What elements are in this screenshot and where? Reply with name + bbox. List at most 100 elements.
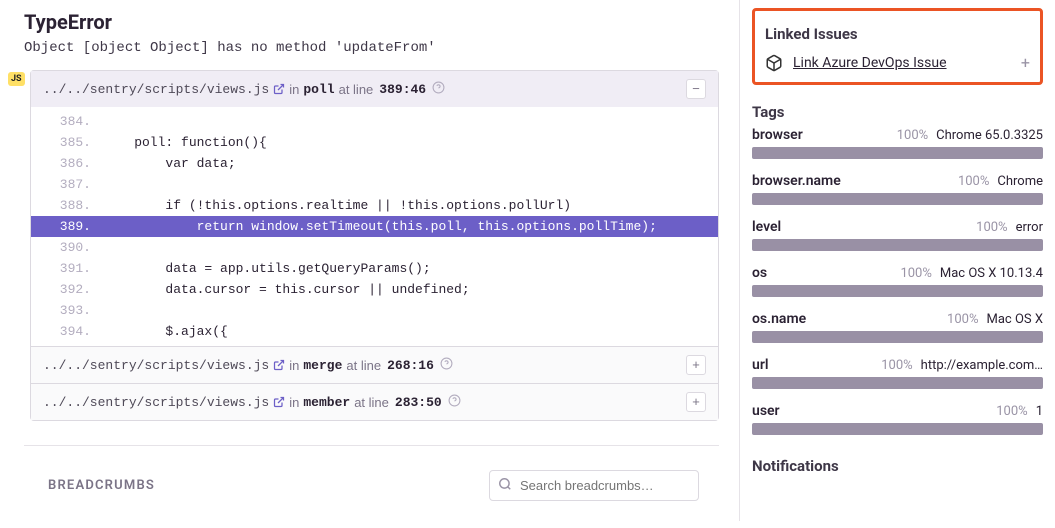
code-content: return window.setTimeout(this.poll, this… [103,219,657,234]
tag-percent: 100% [947,312,978,327]
tag-bar [752,147,1043,159]
tag-value: Mac OS X [987,312,1044,327]
code-line: 388. if (!this.options.realtime || !this… [31,195,718,216]
line-number: 391. [31,261,103,276]
search-breadcrumbs-input[interactable] [489,470,699,501]
line-number: 390. [31,240,103,255]
code-content: var data; [103,156,236,171]
tag-value: Mac OS X 10.13.4 [940,266,1043,281]
line-number: 389. [31,219,103,234]
line-number: 388. [31,198,103,213]
external-link-icon[interactable] [273,83,285,95]
line-number: 384. [31,114,103,129]
tag-bar [752,285,1043,297]
help-icon[interactable] [440,357,453,374]
cube-icon [765,54,783,72]
linked-issues-box: Linked Issues Link Azure DevOps Issue + [752,8,1043,85]
in-label: in [289,358,299,373]
tag-name: user [752,403,780,419]
expand-button[interactable]: + [686,392,706,412]
code-content: if (!this.options.realtime || !this.opti… [103,198,571,213]
tag-percent: 100% [881,358,912,373]
line-number: 385. [31,135,103,150]
collapse-button[interactable]: − [686,79,706,99]
frame-path: ../../sentry/scripts/views.js [43,358,269,373]
code-context: 384.385. poll: function(){386. var data;… [31,107,718,346]
tag-name: os.name [752,311,806,327]
tag-row[interactable]: browser 100% Chrome 65.0.3325 [752,127,1043,159]
frame-function: poll [303,82,334,97]
tag-row[interactable]: user 100% 1 [752,403,1043,435]
tag-row[interactable]: browser.name100%Chrome [752,173,1043,205]
tag-percent: 100% [958,174,989,189]
tag-value: Chrome 65.0.3325 [936,128,1043,143]
tag-percent: 100% [900,266,931,281]
help-icon[interactable] [448,394,461,411]
stack-trace: ../../sentry/scripts/views.js in poll at… [30,70,719,421]
tag-percent: 100% [897,128,928,143]
in-label: in [289,395,299,410]
tag-bar [752,193,1043,205]
code-line: 394. $.ajax({ [31,321,718,342]
external-link-icon[interactable] [273,396,285,408]
tag-name: url [752,357,769,373]
frame-line: 389:46 [379,82,426,97]
tag-bar [752,377,1043,389]
search-icon [498,477,512,495]
frame-function: member [303,395,350,410]
stack-frame-header[interactable]: ../../sentry/scripts/views.js in member … [31,383,718,420]
in-label: in [289,82,299,97]
link-azure-devops-link[interactable]: Link Azure DevOps Issue [793,55,947,71]
frame-function: merge [303,358,342,373]
tag-value: error [1016,220,1043,235]
stack-frame-header[interactable]: ../../sentry/scripts/views.js in merge a… [31,346,718,383]
stack-frame-header[interactable]: ../../sentry/scripts/views.js in poll at… [31,71,718,107]
tag-row[interactable]: os.name 100% Mac OS X [752,311,1043,343]
code-line: 392. data.cursor = this.cursor || undefi… [31,279,718,300]
frame-path: ../../sentry/scripts/views.js [43,82,269,97]
plus-icon[interactable]: + [1021,53,1030,72]
tag-name: browser [752,127,803,143]
tag-value: http://example.com… [921,358,1043,373]
line-number: 394. [31,324,103,339]
tag-row[interactable]: level 100% error [752,219,1043,251]
error-title: TypeError [24,10,719,34]
code-content: data.cursor = this.cursor || undefined; [103,282,470,297]
at-line-label: at line [339,82,374,97]
help-icon[interactable] [432,81,445,98]
tags-title: Tags [752,95,1043,127]
at-line-label: at line [354,395,389,410]
code-line: 389. return window.setTimeout(this.poll,… [31,216,718,237]
breadcrumbs-title: BREADCRUMBS [48,478,155,493]
code-content: data = app.utils.getQueryParams(); [103,261,431,276]
expand-button[interactable]: + [686,355,706,375]
line-number: 392. [31,282,103,297]
tag-row[interactable]: url 100% http://example.com… [752,357,1043,389]
frame-line: 283:50 [395,395,442,410]
tag-name: os [752,265,767,281]
code-line: 393. [31,300,718,321]
link-issue-row[interactable]: Link Azure DevOps Issue + [765,49,1030,72]
tag-value: 1 [1036,404,1043,419]
tag-bar [752,331,1043,343]
tag-row[interactable]: os 100% Mac OS X 10.13.4 [752,265,1043,297]
line-number: 386. [31,156,103,171]
tag-percent: 100% [976,220,1007,235]
error-description: Object [object Object] has no method 'up… [24,40,719,56]
tag-value: Chrome [997,174,1043,189]
code-content: $.ajax({ [103,324,228,339]
tag-name: level [752,219,781,235]
code-line: 391. data = app.utils.getQueryParams(); [31,258,718,279]
line-number: 393. [31,303,103,318]
tag-bar [752,423,1043,435]
at-line-label: at line [346,358,381,373]
external-link-icon[interactable] [273,359,285,371]
code-content: poll: function(){ [103,135,267,150]
code-line: 385. poll: function(){ [31,132,718,153]
tag-percent: 100% [996,404,1027,419]
frame-line: 268:16 [387,358,434,373]
notifications-title: Notifications [752,449,1043,481]
code-line: 384. [31,111,718,132]
code-line: 387. [31,174,718,195]
frame-path: ../../sentry/scripts/views.js [43,395,269,410]
